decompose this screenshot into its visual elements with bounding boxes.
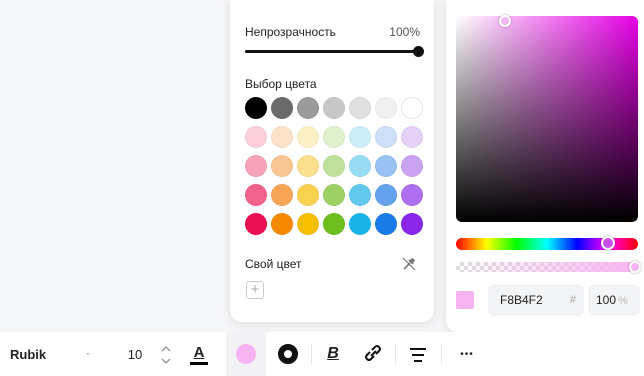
color-swatch[interactable] xyxy=(323,97,345,119)
color-swatch[interactable] xyxy=(297,126,319,148)
color-swatch[interactable] xyxy=(297,184,319,206)
add-custom-color-button[interactable]: + xyxy=(246,281,264,299)
alpha-value: 100 xyxy=(596,293,617,307)
text-color-glyph: A xyxy=(193,343,205,361)
saturation-value-handle[interactable] xyxy=(499,15,511,27)
color-swatch[interactable] xyxy=(349,97,371,119)
toolbar-divider xyxy=(395,344,396,364)
opacity-value: 100% xyxy=(389,25,420,39)
link-icon[interactable] xyxy=(362,344,384,364)
custom-color-label: Свой цвет xyxy=(245,257,302,271)
color-swatch[interactable] xyxy=(401,126,423,148)
color-swatch[interactable] xyxy=(271,213,293,235)
opacity-slider-track[interactable] xyxy=(245,50,420,53)
alpha-slider-handle[interactable] xyxy=(629,261,641,273)
hex-hash-symbol: # xyxy=(569,294,576,306)
color-swatch[interactable] xyxy=(349,126,371,148)
toolbar-divider xyxy=(311,344,312,364)
alpha-slider[interactable] xyxy=(456,262,638,272)
color-swatch[interactable] xyxy=(349,184,371,206)
color-preview xyxy=(456,291,474,309)
fill-color-button[interactable] xyxy=(226,332,266,376)
chevron-down-icon xyxy=(86,353,90,355)
hex-input[interactable]: F8B4F2 # xyxy=(488,284,584,316)
stroke-icon xyxy=(278,344,298,364)
fill-color-icon xyxy=(236,344,256,364)
color-swatch[interactable] xyxy=(245,155,267,177)
bold-button[interactable]: B xyxy=(318,332,348,376)
color-swatch[interactable] xyxy=(323,155,345,177)
color-palette-panel: Непрозрачность 100% Выбор цвета Свой цве… xyxy=(230,0,434,322)
color-swatch[interactable] xyxy=(297,155,319,177)
color-swatch[interactable] xyxy=(349,213,371,235)
opacity-slider-handle[interactable] xyxy=(413,46,424,57)
color-swatch[interactable] xyxy=(245,184,267,206)
text-color-bar xyxy=(190,361,208,365)
color-swatch[interactable] xyxy=(349,155,371,177)
alpha-unit: % xyxy=(618,295,628,307)
font-family-select[interactable]: Rubik xyxy=(10,332,90,376)
color-swatch[interactable] xyxy=(271,126,293,148)
font-family-value: Rubik xyxy=(10,346,47,362)
color-swatch[interactable] xyxy=(401,155,423,177)
text-color-button[interactable]: A xyxy=(186,332,212,376)
more-button[interactable]: ••• xyxy=(450,332,484,376)
hex-value: F8B4F2 xyxy=(500,293,543,307)
color-swatch[interactable] xyxy=(375,155,397,177)
color-swatch[interactable] xyxy=(375,126,397,148)
text-toolbar: Rubik 10 A B ••• xyxy=(0,332,644,376)
color-swatch[interactable] xyxy=(323,126,345,148)
palette-title: Выбор цвета xyxy=(245,77,317,91)
hue-slider-handle[interactable] xyxy=(601,236,615,250)
saturation-value-area[interactable] xyxy=(456,16,638,222)
color-swatch[interactable] xyxy=(245,97,267,119)
toolbar-divider xyxy=(441,344,442,364)
color-swatch[interactable] xyxy=(375,184,397,206)
color-swatch[interactable] xyxy=(245,213,267,235)
color-picker-panel: F8B4F2 # 100% xyxy=(446,0,644,332)
color-swatch[interactable] xyxy=(297,213,319,235)
color-swatch[interactable] xyxy=(375,213,397,235)
color-swatch[interactable] xyxy=(271,97,293,119)
stepper-icon[interactable] xyxy=(160,344,172,366)
palette-grid xyxy=(245,97,423,235)
color-swatch[interactable] xyxy=(401,184,423,206)
color-swatch[interactable] xyxy=(271,155,293,177)
more-icon: ••• xyxy=(460,348,474,360)
opacity-label: Непрозрачность xyxy=(245,25,336,39)
color-swatch[interactable] xyxy=(375,97,397,119)
bold-icon: B xyxy=(327,345,339,362)
color-swatch[interactable] xyxy=(271,184,293,206)
color-swatch[interactable] xyxy=(323,184,345,206)
color-swatch[interactable] xyxy=(323,213,345,235)
font-size-field[interactable]: 10 xyxy=(120,332,150,376)
stroke-button[interactable] xyxy=(272,332,304,376)
font-size-value: 10 xyxy=(127,346,143,362)
color-swatch[interactable] xyxy=(401,97,423,119)
color-swatch[interactable] xyxy=(297,97,319,119)
alpha-input[interactable]: 100% xyxy=(588,284,640,316)
align-icon[interactable] xyxy=(408,346,428,364)
color-swatch[interactable] xyxy=(401,213,423,235)
color-swatch[interactable] xyxy=(245,126,267,148)
eyedropper-icon[interactable] xyxy=(401,256,417,272)
